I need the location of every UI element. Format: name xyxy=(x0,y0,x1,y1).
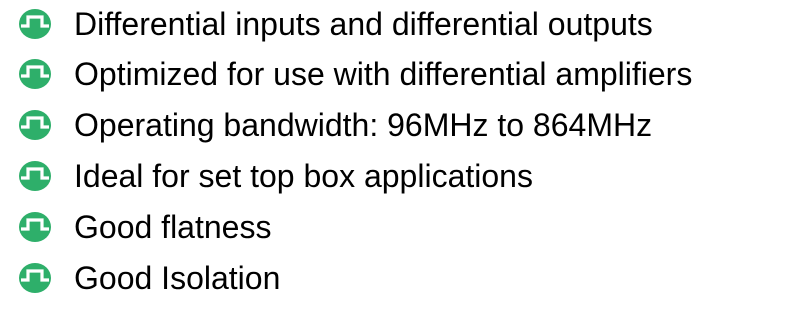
list-item: Good Isolation xyxy=(18,252,692,303)
list-item-text: Differential inputs and differential out… xyxy=(74,6,653,42)
feature-list: Differential inputs and differential out… xyxy=(18,0,692,303)
pulse-bullet-icon xyxy=(19,9,51,39)
list-item-text: Ideal for set top box applications xyxy=(74,157,533,194)
pulse-bullet-icon xyxy=(19,109,51,140)
pulse-bullet-icon xyxy=(19,211,51,242)
list-item: Differential inputs and differential out… xyxy=(18,0,692,48)
list-item: Operating bandwidth: 96MHz to 864MHz xyxy=(18,99,692,150)
pulse-bullet-icon xyxy=(19,262,51,293)
list-item-text: Optimized for use with differential ampl… xyxy=(74,55,693,92)
pulse-bullet-icon xyxy=(19,160,51,191)
list-item: Good flatness xyxy=(18,201,692,252)
list-item: Ideal for set top box applications xyxy=(18,150,692,201)
pulse-bullet-icon xyxy=(19,58,51,89)
list-item-text: Good flatness xyxy=(74,208,272,245)
list-item-text: Good Isolation xyxy=(74,259,281,296)
list-item-text: Operating bandwidth: 96MHz to 864MHz xyxy=(74,106,653,143)
list-item: Optimized for use with differential ampl… xyxy=(18,48,692,99)
